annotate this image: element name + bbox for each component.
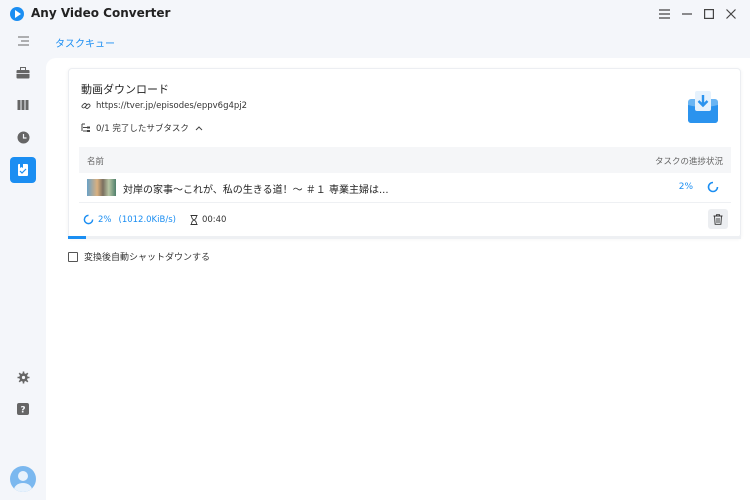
svg-text:?: ? [20, 406, 25, 416]
sidebar-item-library[interactable] [10, 92, 36, 118]
toolbox-icon [16, 67, 30, 79]
table-row[interactable]: 対岸の家事～これが、私の生きる道！～ ＃１ 専業主婦は... 2% [79, 173, 731, 203]
chevron-up-icon [195, 126, 203, 131]
task-name: 対岸の家事～これが、私の生きる道！～ ＃１ 専業主婦は... [123, 185, 389, 196]
subtask-count: 0/1 完了したサブタスク [96, 124, 189, 134]
title-bar: Any Video Converter [0, 0, 750, 28]
task-url: https://tver.jp/episodes/eppv6g4pj2 [96, 101, 248, 111]
close-icon[interactable] [721, 4, 741, 24]
auto-shutdown-label: 変換後自動シャットダウンする [84, 253, 211, 263]
task-progress-percent: 2% [678, 182, 693, 192]
loading-spinner-icon [83, 214, 94, 225]
column-header-name: 名前 [87, 157, 105, 167]
tab-task-queue[interactable]: タスクキュー [55, 35, 115, 50]
download-speed: (1012.0KiB/s) [118, 214, 176, 225]
elapsed-time: 00:40 [201, 214, 227, 225]
app-title: Any Video Converter [31, 6, 171, 20]
app-logo-icon [10, 7, 24, 21]
sidebar-toggle-icon[interactable] [10, 28, 36, 54]
table-header: 名前 タスクの進捗状況 [79, 147, 731, 173]
task-progress-bar [68, 236, 741, 239]
auto-shutdown-checkbox[interactable] [68, 251, 78, 262]
sidebar-item-settings[interactable] [10, 364, 36, 390]
hourglass-icon [190, 214, 198, 225]
sidebar-item-help[interactable]: ? [10, 396, 36, 422]
task-card-title: 動画ダウンロード [81, 83, 169, 96]
sidebar: ? [0, 28, 46, 500]
download-percent: 2% [98, 214, 112, 225]
sidebar-item-history[interactable] [10, 124, 36, 150]
loading-spinner-icon [707, 181, 719, 193]
sidebar-item-task-queue[interactable] [10, 157, 36, 183]
menu-icon[interactable] [654, 4, 674, 24]
delete-button[interactable] [708, 209, 728, 229]
trash-icon [713, 213, 723, 225]
book-icon [17, 100, 29, 110]
subtask-toggle[interactable]: 0/1 完了したサブタスク [81, 122, 203, 134]
sidebar-item-toolbox[interactable] [10, 60, 36, 86]
help-icon: ? [17, 403, 29, 415]
subtask-icon [81, 123, 90, 132]
link-icon [81, 103, 91, 109]
url-row: https://tver.jp/episodes/eppv6g4pj2 [81, 101, 247, 111]
clock-icon [17, 131, 29, 143]
auto-shutdown-option[interactable]: 変換後自動シャットダウンする [68, 250, 210, 263]
minimize-icon[interactable] [677, 4, 697, 24]
gear-icon [17, 371, 29, 383]
maximize-icon[interactable] [699, 4, 719, 24]
avatar[interactable] [10, 466, 36, 492]
task-progress-fill [68, 236, 87, 239]
download-folder-icon [688, 91, 718, 123]
task-card: 動画ダウンロード https://tver.jp/episodes/eppv6g… [68, 68, 741, 238]
video-thumbnail [87, 179, 116, 196]
column-header-progress: タスクの進捗状況 [654, 157, 723, 167]
download-stats: 2% (1012.0KiB/s) 00:40 [83, 214, 226, 225]
task-list-icon [18, 164, 28, 176]
